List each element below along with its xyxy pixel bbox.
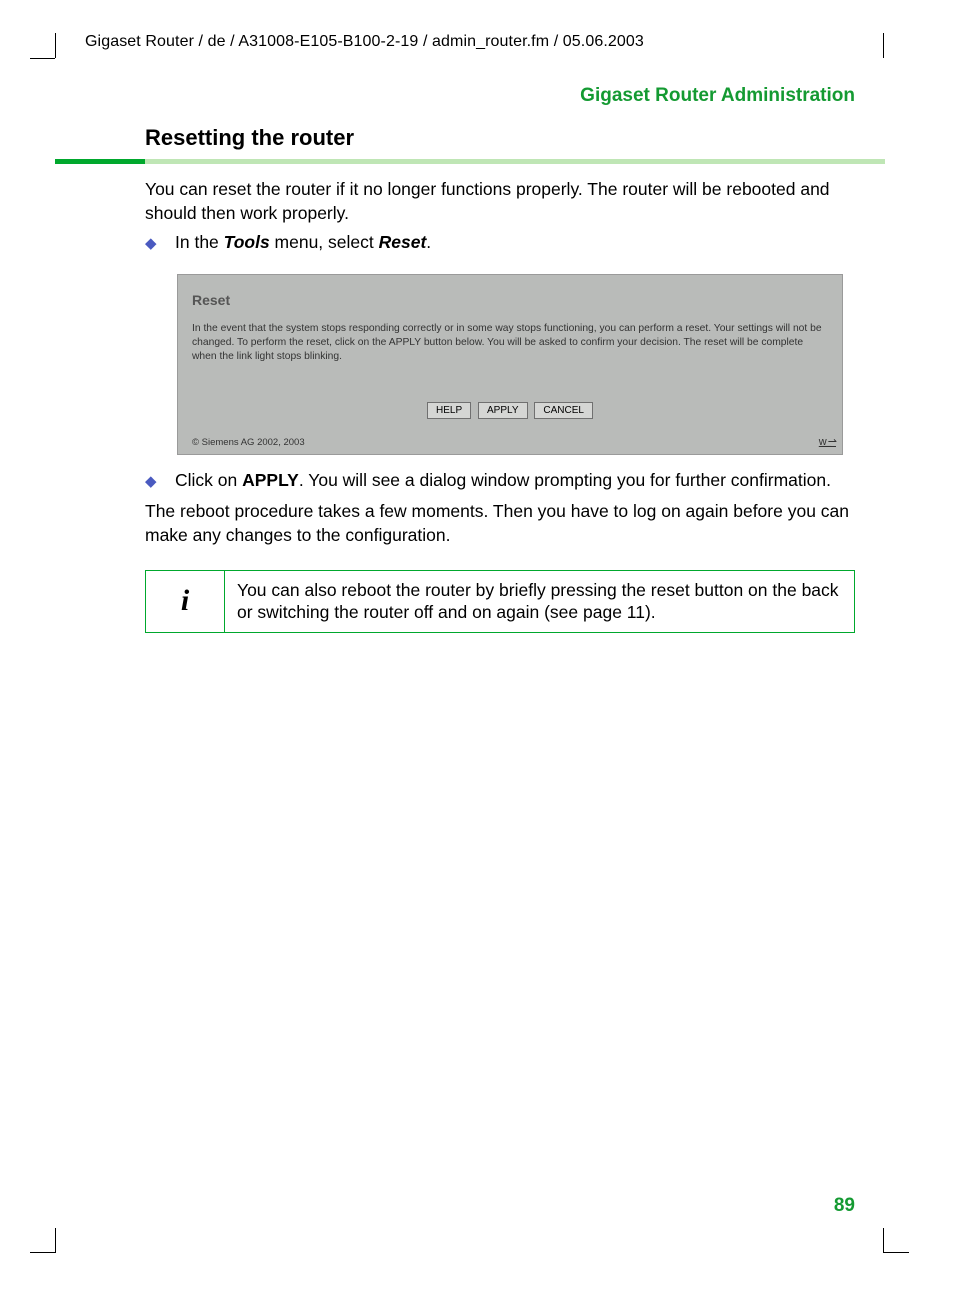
- apply-button[interactable]: APPLY: [478, 402, 528, 419]
- page-number: 89: [834, 1195, 855, 1217]
- router-ui-screenshot: Reset In the event that the system stops…: [177, 274, 843, 455]
- help-button[interactable]: HELP: [427, 402, 471, 419]
- document-header-path: Gigaset Router / de / A31008-E105-B100-2…: [55, 25, 885, 57]
- diamond-bullet-icon: ◆: [145, 469, 175, 494]
- bullet-text: In the Tools menu, select Reset.: [175, 231, 855, 256]
- info-box: i You can also reboot the router by brie…: [145, 570, 855, 634]
- bullet-item: ◆ In the Tools menu, select Reset.: [145, 231, 855, 256]
- screenshot-copyright: © Siemens AG 2002, 2003: [192, 437, 305, 450]
- page-heading: Resetting the router: [55, 107, 885, 159]
- section-title: Gigaset Router Administration: [55, 57, 885, 107]
- screenshot-panel-text: In the event that the system stops respo…: [192, 322, 828, 364]
- diamond-bullet-icon: ◆: [145, 231, 175, 256]
- bullet-item: ◆ Click on APPLY. You will see a dialog …: [145, 469, 855, 494]
- cancel-button[interactable]: CANCEL: [534, 402, 593, 419]
- reboot-note: The reboot procedure takes a few moments…: [145, 500, 855, 547]
- screenshot-panel-title: Reset: [192, 291, 828, 310]
- wifi-icon: w͟ ⇀: [819, 435, 836, 450]
- bullet-text: Click on APPLY. You will see a dialog wi…: [175, 469, 855, 494]
- heading-rule: [55, 159, 885, 164]
- intro-paragraph: You can reset the router if it no longer…: [145, 178, 855, 225]
- info-text: You can also reboot the router by briefl…: [225, 571, 854, 633]
- info-icon: i: [146, 571, 225, 633]
